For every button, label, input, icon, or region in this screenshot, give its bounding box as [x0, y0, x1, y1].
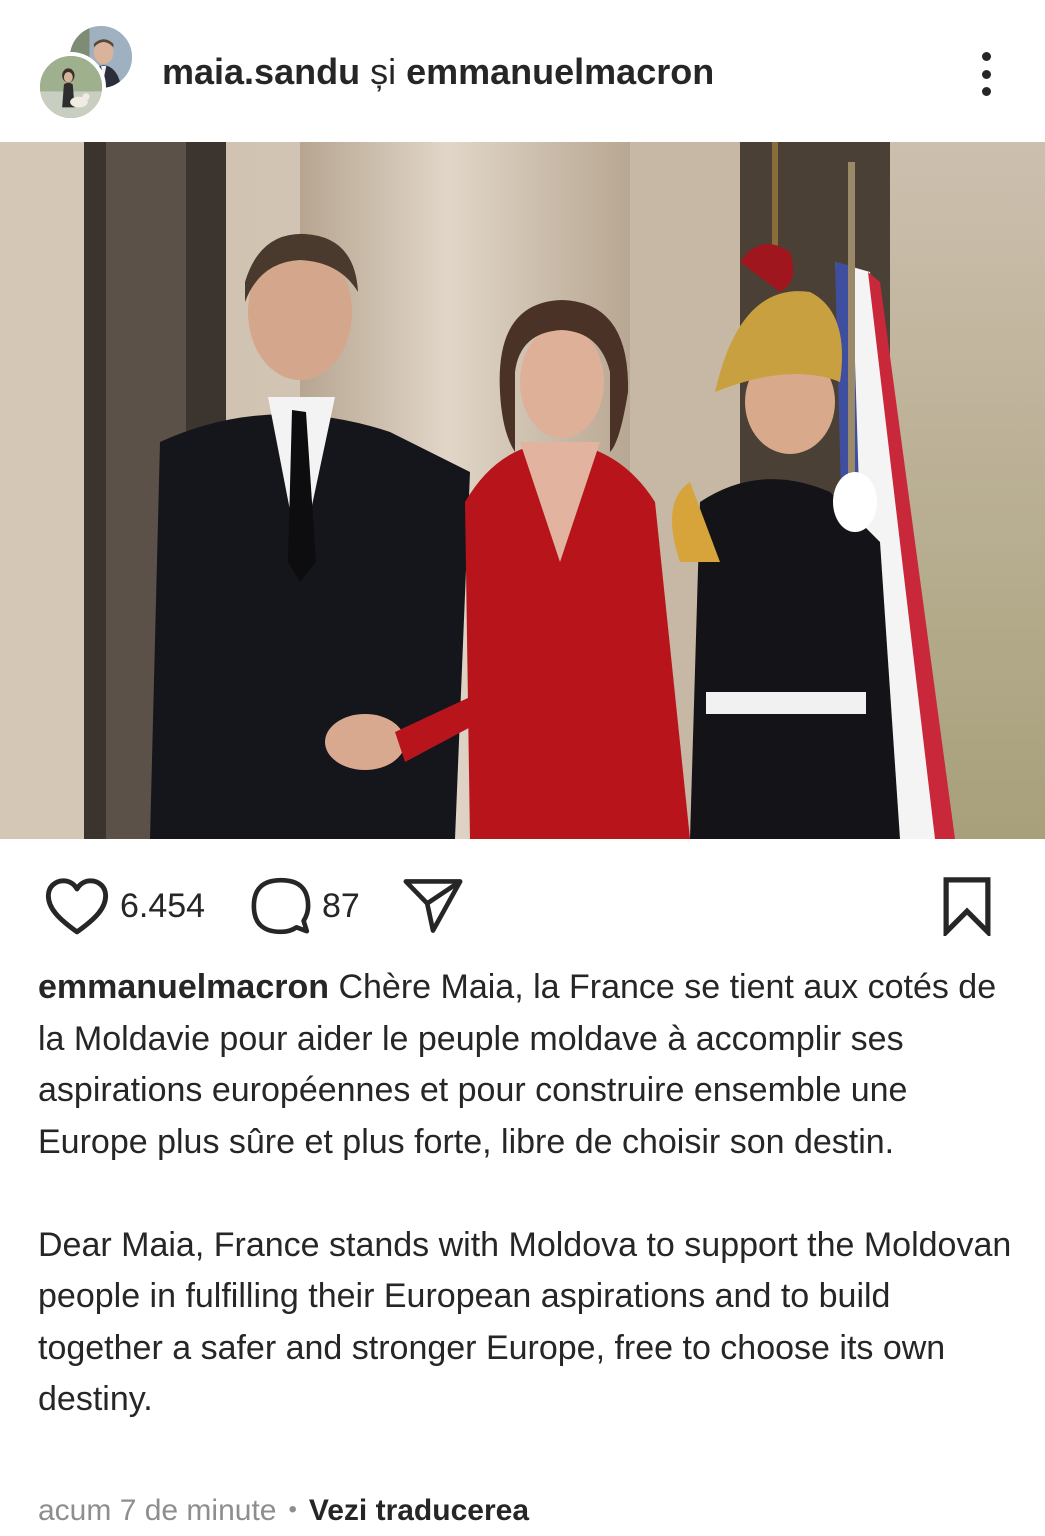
- avatar-maia-sandu[interactable]: [36, 52, 106, 122]
- save-button[interactable]: [940, 876, 994, 936]
- like-button[interactable]: 6.454: [44, 876, 205, 936]
- post-timestamp: acum 7 de minute: [38, 1494, 277, 1527]
- more-options-button[interactable]: [962, 46, 1010, 102]
- username-maia-sandu[interactable]: maia.sandu: [162, 51, 360, 92]
- meta-separator: •: [288, 1496, 297, 1523]
- heart-icon: [45, 878, 109, 935]
- bookmark-icon: [943, 877, 991, 936]
- send-icon: [403, 879, 463, 933]
- person-tag-icon: [38, 558, 110, 840]
- post-photo: [0, 142, 1045, 839]
- post-image[interactable]: [0, 142, 1045, 839]
- caption-french: emmanuelmacron Chère Maia, la France se …: [38, 962, 1013, 1168]
- username-emmanuelmacron[interactable]: emmanuelmacron: [406, 51, 714, 92]
- post-caption: emmanuelmacron Chère Maia, la France se …: [38, 962, 1013, 1426]
- caption-author[interactable]: emmanuelmacron: [38, 968, 329, 1006]
- see-translation-link[interactable]: Vezi traducerea: [309, 1494, 529, 1527]
- post-authors: maia.sandu și emmanuelmacron: [162, 48, 714, 96]
- comment-button[interactable]: 87: [250, 876, 360, 936]
- collab-avatars[interactable]: [36, 22, 136, 122]
- likes-count[interactable]: 6.454: [120, 887, 205, 926]
- comments-count[interactable]: 87: [322, 887, 360, 926]
- more-dot: [981, 69, 991, 79]
- authors-conjunction: și: [360, 51, 407, 92]
- post-meta: acum 7 de minute • Vezi traducerea: [38, 1490, 529, 1531]
- share-button[interactable]: [402, 876, 464, 936]
- post-header: maia.sandu și emmanuelmacron: [0, 0, 1045, 142]
- post-actions: 6.454 87: [0, 862, 1045, 952]
- comment-icon: [251, 877, 311, 935]
- more-dot: [981, 87, 991, 96]
- more-vertical-icon: [981, 52, 991, 61]
- caption-text-en: Dear Maia, France stands with Moldova to…: [38, 1225, 1012, 1419]
